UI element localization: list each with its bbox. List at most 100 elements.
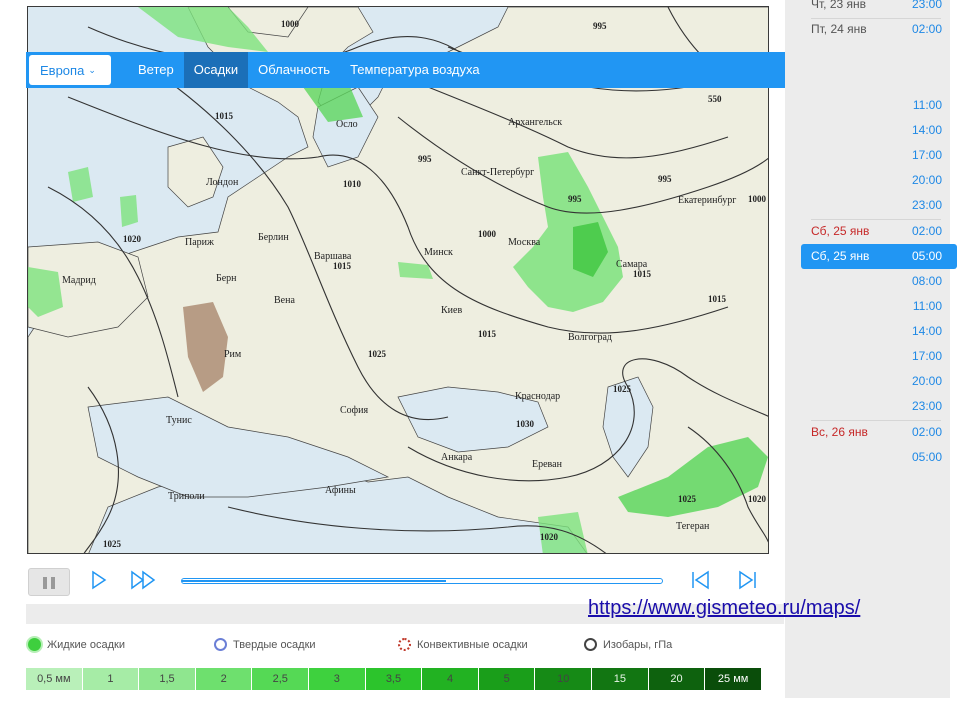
liquid-precip-icon [28,638,41,651]
svg-text:995: 995 [593,21,607,31]
scale-cell: 0,5 мм [26,668,83,690]
scale-cell: 2,5 [252,668,310,690]
scale-cell: 3 [309,668,366,690]
svg-text:1020: 1020 [748,494,767,504]
time-item[interactable]: 23:00 [801,193,957,218]
pause-icon [43,577,47,589]
time-item[interactable]: Сб, 25 янв 02:00 [801,219,957,244]
time-item[interactable]: Чт, 23 янв 23:00 [801,0,957,17]
time-item[interactable]: 11:00 [801,294,957,319]
city-label: Киев [441,305,463,316]
time-item[interactable]: 17:00 [801,143,957,168]
time-item[interactable]: 14:00 [801,319,957,344]
city-label: Волгоград [568,332,613,343]
svg-text:550: 550 [708,94,722,104]
time-list: Чт, 23 янв 23:00 Пт, 24 янв 02:00 11:00 14… [785,0,957,698]
time-item[interactable]: 11:00 [801,93,957,118]
city-label: Афины [325,485,356,496]
region-select-label: Европа [40,62,85,78]
svg-text:1000: 1000 [281,19,300,29]
city-label: Архангельск [508,117,563,128]
scale-cell: 4 [422,668,479,690]
svg-text:1025: 1025 [613,384,632,394]
source-link[interactable]: https://www.gismeteo.ru/maps/ [588,597,860,620]
tab-temperature[interactable]: Температура воздуха [340,52,490,88]
time-item[interactable]: 23:00 [801,394,957,419]
precip-bay [120,195,138,227]
city-label: Анкара [441,452,473,463]
skip-to-end-icon[interactable] [736,570,758,590]
scale-cell: 10 [535,668,593,690]
svg-text:1015: 1015 [633,269,652,279]
svg-text:995: 995 [568,194,582,204]
city-label: Лондон [206,177,239,188]
svg-text:995: 995 [658,174,672,184]
time-item[interactable]: Вс, 26 янв 02:00 [801,420,957,445]
legend-item-isobars: Изобары, гПа [584,638,672,651]
tab-clouds[interactable]: Облачность [248,52,340,88]
map-legend: Жидкие осадки Твердые осадки Конвективны… [26,636,766,658]
city-label: Санкт-Петербург [461,167,535,178]
pause-button[interactable] [28,568,70,596]
scale-cell: 20 [648,668,706,690]
city-label: Краснодар [515,391,561,402]
scale-cell: 1,5 [139,668,196,690]
svg-text:1030: 1030 [516,419,535,429]
time-item[interactable]: 08:00 [801,269,957,294]
weather-map[interactable]: 995 1000 1015 550 995 995 1010 995 1000 … [27,6,769,554]
time-item[interactable]: 17:00 [801,344,957,369]
scale-cell: 1 [82,668,140,690]
city-label: Осло [336,119,358,130]
svg-text:1015: 1015 [708,294,727,304]
land-britain [167,136,224,208]
city-label: Варшава [314,251,352,262]
time-item[interactable]: 20:00 [801,369,957,394]
city-label: Минск [424,247,453,258]
city-label: Триполи [168,491,205,502]
fast-forward-icon[interactable] [130,570,158,590]
city-label: Берлин [258,232,289,243]
svg-text:1015: 1015 [333,261,352,271]
legend-item-solid: Твердые осадки [214,638,316,651]
convective-precip-icon [398,638,411,651]
skip-to-start-icon[interactable] [690,570,712,590]
chevron-down-icon: ⌄ [88,64,96,75]
svg-text:1000: 1000 [748,194,767,204]
city-label: Тунис [166,415,192,426]
city-label: Париж [185,237,214,248]
scale-cell: 3,5 [365,668,423,690]
city-label: Тегеран [676,521,710,532]
svg-text:1025: 1025 [368,349,387,359]
solid-precip-icon [214,638,227,651]
svg-text:1015: 1015 [478,329,497,339]
city-label: Ереван [532,459,562,470]
play-icon[interactable] [90,570,108,590]
precip-scale: 0,5 мм 1 1,5 2 2,5 3 3,5 4 5 10 15 20 25 мм [26,668,762,690]
timeline-slider[interactable] [181,578,663,584]
svg-text:1025: 1025 [678,494,697,504]
svg-text:1020: 1020 [123,234,142,244]
time-item[interactable]: 14:00 [801,118,957,143]
city-label: Екатеринбург [678,195,737,206]
svg-text:1015: 1015 [215,111,234,121]
scale-cell: 15 [592,668,649,690]
city-label: Москва [508,237,541,248]
city-label: Берн [216,273,237,284]
tab-wind[interactable]: Ветер [128,52,184,88]
time-item-selected[interactable]: Сб, 25 янв 05:00 [801,244,957,269]
time-item[interactable]: Пт, 24 янв 02:00 [801,17,957,42]
svg-text:1020: 1020 [540,532,559,542]
svg-text:1025: 1025 [103,539,122,549]
precip-uk [68,167,93,202]
timeline-slider-fill [182,580,446,582]
region-select[interactable]: Европа ⌄ [29,55,111,85]
isobar-icon [584,638,597,651]
map-canvas: 995 1000 1015 550 995 995 1010 995 1000 … [28,7,768,553]
scale-cell: 25 мм [705,668,762,690]
pause-icon [51,577,55,589]
tab-precipitation[interactable]: Осадки [183,52,249,88]
city-label: Рим [224,349,242,360]
time-item[interactable]: 05:00 [801,445,957,470]
time-item[interactable]: 20:00 [801,168,957,193]
city-label: Вена [274,295,295,306]
